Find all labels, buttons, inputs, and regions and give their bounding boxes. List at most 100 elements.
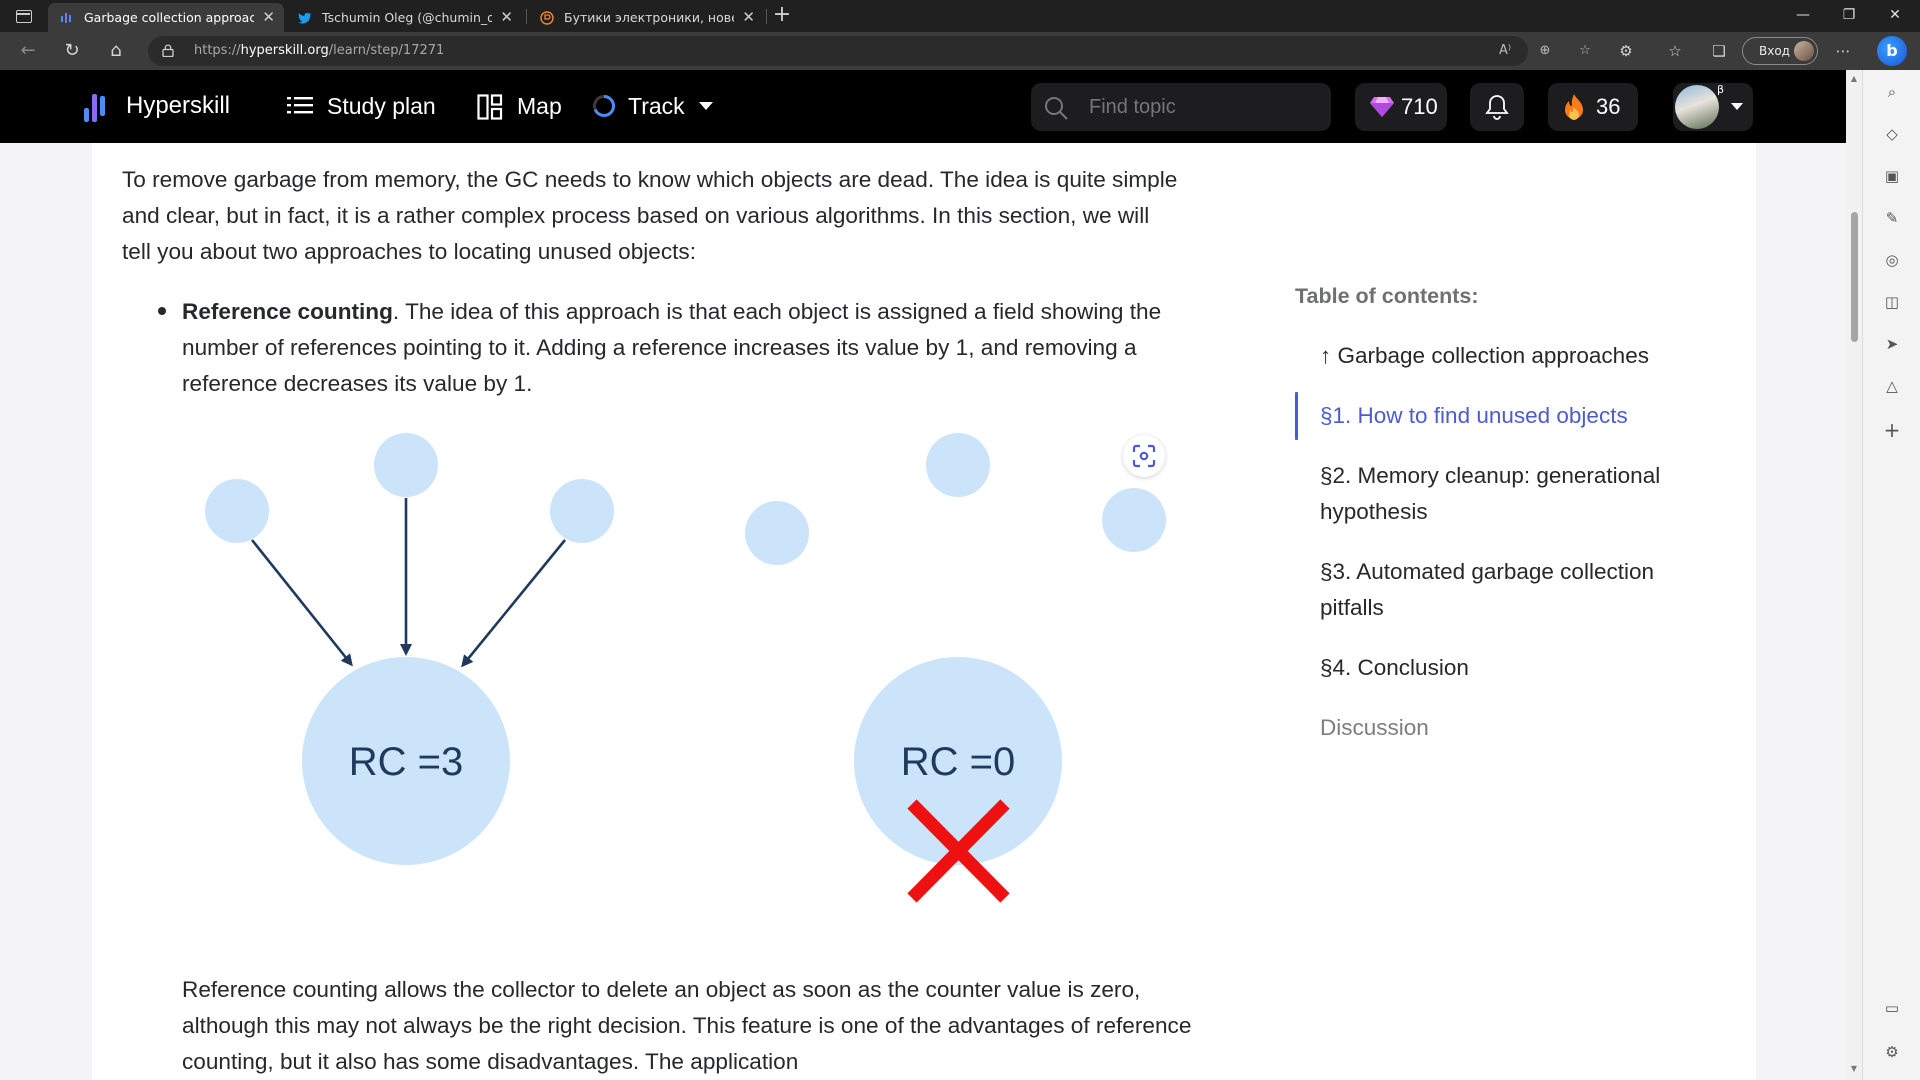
search-icon [1045,97,1068,120]
address-bar[interactable]: https://hyperskill.org/learn/step/17271 … [148,36,1591,66]
referencing-object-circle [374,433,438,497]
referencing-object-circle [550,479,614,543]
rc-right-label: RC =0 [901,740,1016,784]
nav-study-plan-label: Study plan [327,93,436,119]
toc-active-indicator [1295,392,1298,440]
referencing-object-circle [205,479,269,543]
bullet-term: Reference counting [182,299,393,324]
nav-track[interactable]: Track [592,88,714,124]
collections-icon[interactable]: ❏ [1708,40,1730,62]
fire-icon [1565,94,1583,120]
gems-count: 710 [1401,94,1438,119]
tag-icon[interactable]: ◇ [1882,124,1902,144]
toc-title: Table of contents: [1295,284,1479,308]
profile-menu-button[interactable]: β [1673,83,1753,131]
nav-map-label: Map [517,93,562,119]
list-icon [287,97,313,114]
more-menu-icon[interactable]: ⋯ [1832,40,1854,62]
gems-counter[interactable]: 710 [1355,83,1447,131]
bullet-dot [158,307,166,315]
store-icon [540,11,554,25]
twitter-icon [298,12,312,24]
streak-counter[interactable]: 36 [1548,83,1638,131]
window-menu-icon[interactable] [12,6,36,26]
scroll-up-icon[interactable]: ▲ [1848,74,1860,84]
office-icon[interactable]: ◫ [1882,292,1902,312]
chevron-down-icon [699,102,714,110]
profile-avatar-icon [1794,41,1814,61]
tools-icon[interactable]: ✎ [1882,208,1902,228]
reference-counting-diagram: RC =3 RC =0 [205,433,1166,903]
avatar [1675,85,1719,129]
toc-item-find-unused-objects[interactable]: §1. How to find unused objects [1320,398,1720,434]
notifications-button[interactable] [1470,83,1524,131]
read-aloud-icon[interactable]: A⁾ [1496,42,1514,60]
back-button[interactable]: ← [14,37,42,65]
settings-icon[interactable]: ⚙ [1882,1042,1902,1062]
new-tab-button[interactable]: + [770,2,794,30]
tab-title: Бутики электроники, новейших [564,10,734,25]
zoom-icon[interactable]: ⊕ [1536,42,1554,60]
add-favorite-icon[interactable]: ☆ [1576,42,1594,60]
toc-item-conclusion[interactable]: §4. Conclusion [1320,650,1720,686]
url-text: https://hyperskill.org/learn/step/17271 [194,36,444,66]
favorites-icon[interactable]: ☆ [1664,40,1686,62]
bing-copilot-icon[interactable]: b [1877,36,1907,66]
toc-item-gc-pitfalls[interactable]: §3. Automated garbage collection pitfall… [1320,554,1720,626]
signin-button[interactable]: Вход [1742,37,1818,65]
image-zoom-button[interactable] [1123,435,1165,477]
progress-ring-icon [593,94,616,117]
shopping-icon[interactable]: ▣ [1882,166,1902,186]
tab-title: Garbage collection approaches - [84,10,254,25]
close-icon[interactable]: ✕ [742,3,755,32]
sidebar-layout-icon[interactable]: ▭ [1882,998,1902,1018]
detached-object-circle [1102,488,1166,552]
rc-left-label: RC =3 [349,740,464,784]
bell-icon [1485,95,1509,120]
tab-hyperskill[interactable]: Garbage collection approaches - ✕ [48,3,284,32]
signin-label: Вход [1759,44,1790,58]
reference-arrow [250,539,353,667]
nav-study-plan[interactable]: Study plan [287,88,436,124]
focus-scan-icon [1132,444,1156,468]
brand-name[interactable]: Hyperskill [126,88,230,124]
drop-icon[interactable]: △ [1882,376,1902,396]
search-placeholder: Find topic [1089,96,1176,118]
tab-separator [766,9,767,24]
toc-item-discussion[interactable]: Discussion [1320,710,1720,746]
tab-store[interactable]: Бутики электроники, новейших ✕ [528,3,764,32]
minimize-button[interactable]: — [1780,0,1826,32]
refresh-button[interactable]: ↻ [58,37,86,65]
close-window-button[interactable]: ✕ [1872,0,1918,32]
reference-arrow [461,539,567,668]
games-icon[interactable]: ◎ [1882,250,1902,270]
after-diagram-paragraph: Reference counting allows the collector … [182,977,1192,1074]
tab-title: Tschumin Oleg (@chumin_oleg) [322,10,492,25]
detached-object-circle [745,501,809,565]
restore-button[interactable]: ❐ [1826,0,1872,32]
browser-toolbar: ← ↻ ⌂ https://hyperskill.org/learn/step/… [0,32,1920,70]
search-icon[interactable]: ⌕ [1882,82,1902,102]
toc-item-garbage-collection-approaches[interactable]: ↑ Garbage collection approaches [1320,338,1720,374]
scroll-down-icon[interactable]: ▼ [1848,1064,1860,1074]
nav-map[interactable]: Map [477,88,562,124]
nav-track-label: Track [628,93,685,119]
close-icon[interactable]: ✕ [500,3,513,32]
toc-item-generational-hypothesis[interactable]: §2. Memory cleanup: generational hypothe… [1320,458,1720,530]
extensions-icon[interactable]: ⚙ [1615,40,1637,62]
search-input[interactable]: Find topic [1031,83,1331,131]
caret-down-icon [1731,103,1743,110]
url-prefix: https:// [194,43,241,58]
site-header: Hyperskill Study plan Map Track Find top… [0,70,1846,143]
tab-twitter[interactable]: Tschumin Oleg (@chumin_oleg) ✕ [286,3,522,32]
close-icon[interactable]: ✕ [262,3,275,32]
edge-sidebar: ⌕ ◇ ▣ ✎ ◎ ◫ ➤ △ + ▭ ⚙ [1862,70,1920,1080]
send-icon[interactable]: ➤ [1882,334,1902,354]
home-button[interactable]: ⌂ [102,37,130,65]
scrollbar-thumb[interactable] [1851,212,1858,342]
hyperskill-icon [61,13,71,23]
detached-object-circle [926,433,990,497]
streak-count: 36 [1596,94,1621,119]
hyperskill-logo-icon[interactable] [84,92,110,122]
add-icon[interactable]: + [1882,420,1902,440]
